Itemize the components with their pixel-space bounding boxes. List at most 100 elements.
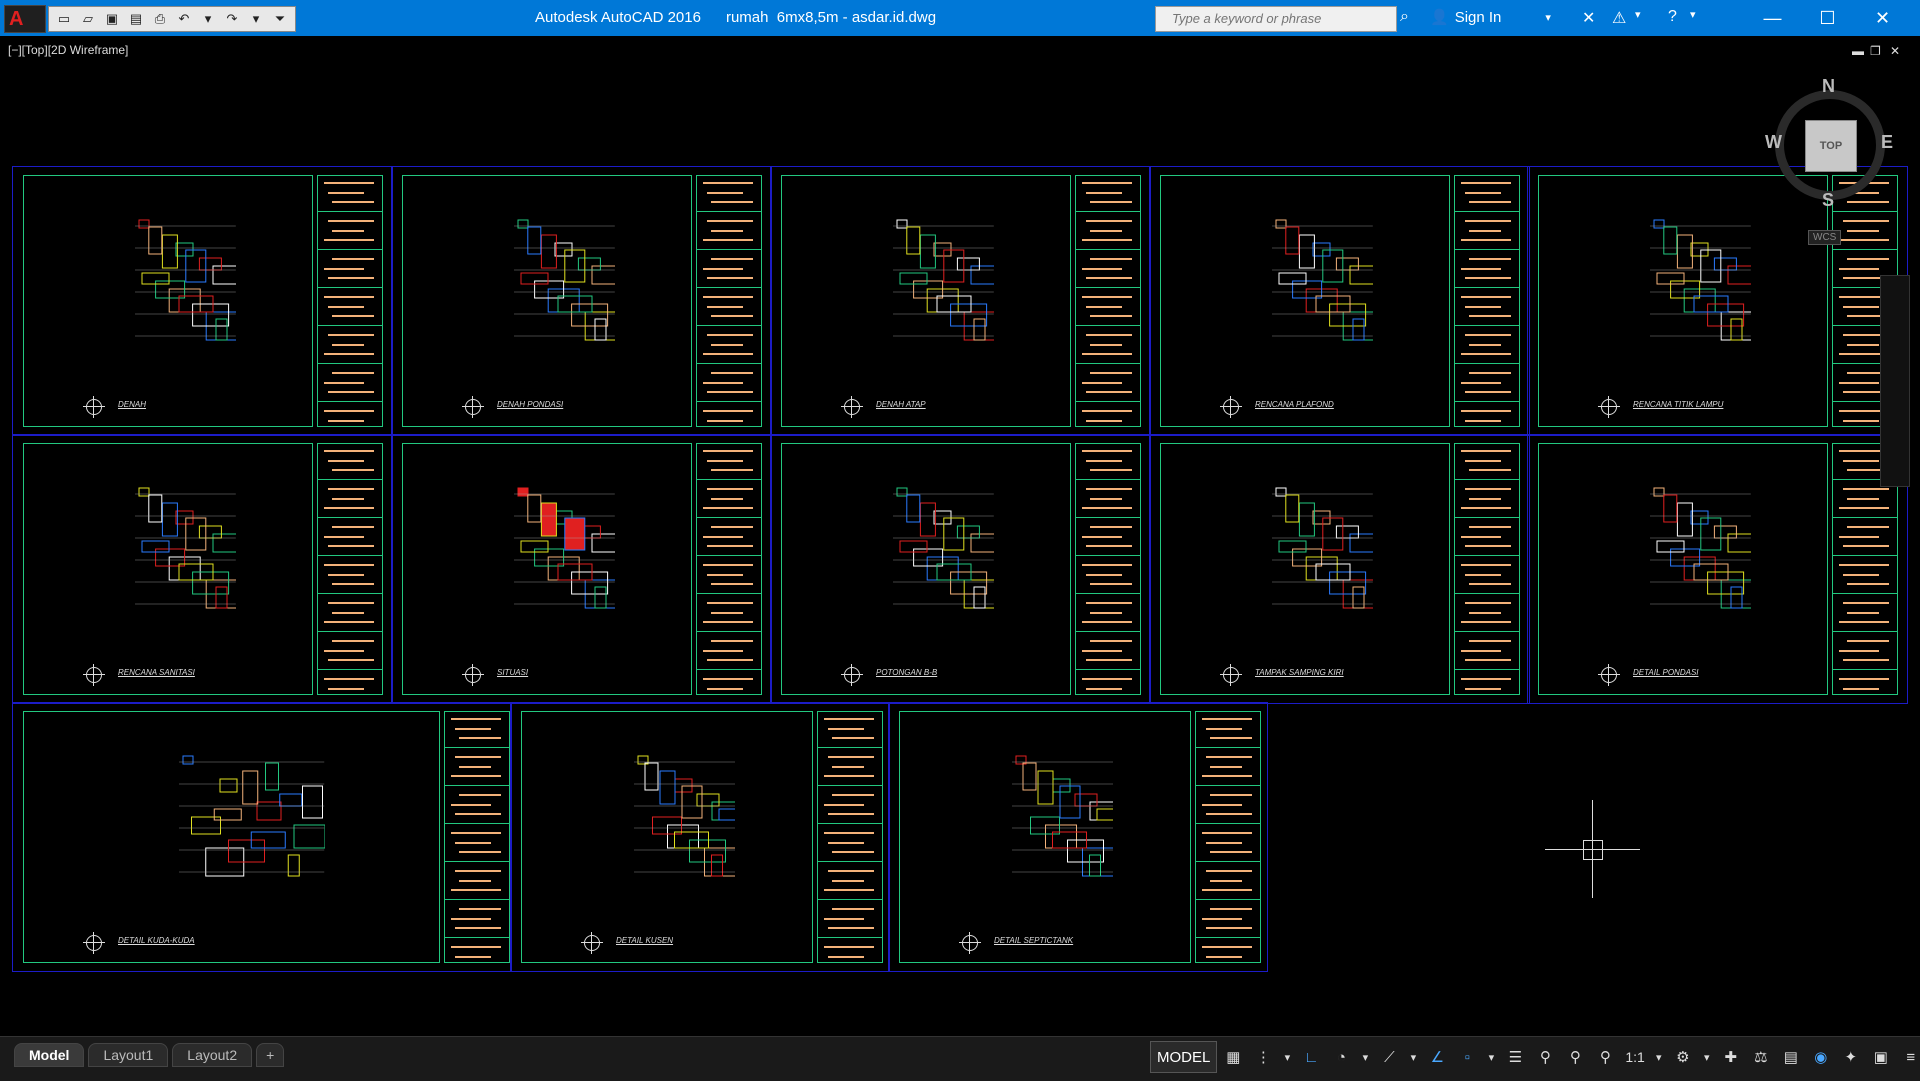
redo-dropdown-icon[interactable]: ▾ bbox=[245, 9, 267, 29]
polar-tracking-icon[interactable]: ◔ bbox=[1327, 1042, 1355, 1072]
isolate-objects-icon[interactable]: ✦ bbox=[1837, 1042, 1865, 1072]
title-block-divider bbox=[1076, 324, 1140, 326]
new-file-icon[interactable]: ▭ bbox=[53, 9, 75, 29]
save-icon[interactable]: ▣ bbox=[101, 9, 123, 29]
title-block-text-line bbox=[324, 267, 364, 270]
annotation-scale-icon[interactable]: ⚲ bbox=[1591, 1042, 1619, 1072]
drawing-content[interactable] bbox=[633, 752, 746, 882]
viewcube-top-face[interactable]: TOP bbox=[1805, 120, 1857, 172]
drawing-sheet[interactable]: DETAIL SEPTICTANK bbox=[888, 702, 1268, 972]
scale-dropdown-icon[interactable]: ▾ bbox=[1651, 1042, 1667, 1072]
auto-scale-icon[interactable]: ⚲ bbox=[1561, 1042, 1589, 1072]
title-block-divider bbox=[697, 478, 761, 480]
viewport-close-icon[interactable]: ✕ bbox=[1890, 44, 1900, 58]
viewport-restore-icon[interactable]: ❐ bbox=[1870, 44, 1881, 58]
application-menu-button[interactable]: A bbox=[4, 5, 46, 33]
workspace-gear-icon[interactable]: ⚙ bbox=[1669, 1042, 1697, 1072]
title-block-divider bbox=[1833, 554, 1897, 556]
title-block-text-line bbox=[711, 258, 753, 260]
object-snap-dropdown-icon[interactable]: ▾ bbox=[1483, 1042, 1499, 1072]
a360-icon[interactable]: ⚠ bbox=[1612, 8, 1626, 28]
sign-in-button[interactable]: 👤 Sign In ▾ bbox=[1430, 8, 1551, 27]
lineweight-icon[interactable]: ☰ bbox=[1501, 1042, 1529, 1072]
maximize-button[interactable]: ☐ bbox=[1800, 0, 1855, 36]
clean-screen-icon[interactable]: ▣ bbox=[1867, 1042, 1895, 1072]
drawing-sheet[interactable]: DENAH bbox=[12, 166, 393, 436]
annotation-scale-value[interactable]: 1:1 bbox=[1621, 1042, 1648, 1072]
compass-south[interactable]: S bbox=[1822, 190, 1834, 211]
drawing-content[interactable] bbox=[1649, 216, 1760, 346]
drawing-sheet[interactable]: DETAIL KUDA-KUDA bbox=[12, 702, 512, 972]
viewcube[interactable]: TOP N S E W bbox=[1765, 76, 1895, 210]
drawing-graphic bbox=[513, 487, 624, 609]
wcs-menu[interactable]: WCS bbox=[1808, 230, 1842, 245]
open-file-icon[interactable]: ▱ bbox=[77, 9, 99, 29]
a360-dropdown-icon[interactable]: ▾ bbox=[1635, 8, 1641, 21]
drawing-content[interactable] bbox=[1271, 216, 1382, 346]
drawing-content[interactable] bbox=[892, 216, 1003, 346]
customize-toolbar-icon[interactable]: ⏷ bbox=[269, 9, 291, 29]
drawing-sheet[interactable]: SITUASI bbox=[391, 434, 772, 704]
isodraft-icon[interactable]: ⟋ bbox=[1375, 1042, 1403, 1072]
compass-north[interactable]: N bbox=[1822, 76, 1835, 97]
drawing-content[interactable] bbox=[1649, 484, 1760, 614]
search-input[interactable] bbox=[1156, 7, 1398, 29]
customization-menu-icon[interactable]: ≡ bbox=[1897, 1042, 1920, 1072]
plot-icon[interactable]: ⎙ bbox=[149, 9, 171, 29]
binoculars-icon[interactable]: ⌕ bbox=[1400, 8, 1409, 26]
viewport-minimize-icon[interactable]: ▬ bbox=[1852, 44, 1864, 58]
close-button[interactable]: ✕ bbox=[1855, 0, 1910, 36]
drawing-content[interactable] bbox=[134, 484, 245, 614]
title-block-text-line bbox=[1086, 334, 1132, 336]
polar-dropdown-icon[interactable]: ▾ bbox=[1357, 1042, 1373, 1072]
drawing-content[interactable] bbox=[1271, 484, 1382, 614]
annotation-visibility-icon[interactable]: ⚲ bbox=[1531, 1042, 1559, 1072]
units-icon[interactable]: ⚖ bbox=[1747, 1042, 1775, 1072]
drawing-content[interactable] bbox=[1011, 752, 1124, 882]
new-layout-button[interactable]: + bbox=[256, 1043, 285, 1067]
annotation-monitor-icon[interactable]: ✚ bbox=[1717, 1042, 1745, 1072]
object-snap-icon[interactable]: ▫ bbox=[1453, 1042, 1481, 1072]
tab-model[interactable]: Model bbox=[14, 1043, 85, 1067]
workspace-dropdown-icon[interactable]: ▾ bbox=[1699, 1042, 1715, 1072]
drawing-sheet[interactable]: POTONGAN B-B bbox=[770, 434, 1151, 704]
graphics-performance-icon[interactable]: ◉ bbox=[1807, 1042, 1835, 1072]
drawing-sheet[interactable]: RENCANA TITIK LAMPU bbox=[1527, 166, 1908, 436]
compass-east[interactable]: E bbox=[1881, 132, 1893, 153]
ortho-icon[interactable]: ∟ bbox=[1297, 1042, 1325, 1072]
navigation-bar[interactable] bbox=[1880, 275, 1910, 487]
save-as-icon[interactable]: ▤ bbox=[125, 9, 147, 29]
drawing-sheet[interactable]: RENCANA PLAFOND bbox=[1149, 166, 1530, 436]
help-icon[interactable]: ? bbox=[1668, 8, 1677, 26]
model-space-button[interactable]: MODEL bbox=[1150, 1041, 1218, 1073]
minimize-button[interactable]: — bbox=[1745, 0, 1800, 36]
drawing-content[interactable] bbox=[179, 752, 326, 882]
drawing-sheet[interactable]: TAMPAK SAMPING KIRI bbox=[1149, 434, 1530, 704]
drawing-content[interactable] bbox=[892, 484, 1003, 614]
drawing-sheet[interactable]: DETAIL PONDASI bbox=[1527, 434, 1908, 704]
drawing-sheet[interactable]: DETAIL KUSEN bbox=[510, 702, 890, 972]
tab-layout2[interactable]: Layout2 bbox=[172, 1043, 253, 1067]
drawing-content[interactable] bbox=[513, 216, 624, 346]
drawing-canvas[interactable]: DENAH DENAH PONDASI DENAH ATAP RENCANA PLAF… bbox=[0, 36, 1920, 1036]
exchange-apps-icon[interactable]: ✕ bbox=[1582, 8, 1595, 28]
title-block-text-line bbox=[707, 687, 743, 690]
isodraft-dropdown-icon[interactable]: ▾ bbox=[1405, 1042, 1421, 1072]
drawing-sheet[interactable]: DENAH PONDASI bbox=[391, 166, 772, 436]
object-snap-tracking-icon[interactable]: ∠ bbox=[1423, 1042, 1451, 1072]
snap-dropdown-icon[interactable]: ▾ bbox=[1279, 1042, 1295, 1072]
viewport-controls-label[interactable]: [−][Top][2D Wireframe] bbox=[8, 43, 128, 57]
snap-icon[interactable]: ⋮ bbox=[1249, 1042, 1277, 1072]
tab-layout1[interactable]: Layout1 bbox=[88, 1043, 169, 1067]
quick-properties-icon[interactable]: ▤ bbox=[1777, 1042, 1805, 1072]
compass-west[interactable]: W bbox=[1765, 132, 1782, 153]
drawing-content[interactable] bbox=[513, 484, 624, 614]
drawing-sheet[interactable]: DENAH ATAP bbox=[770, 166, 1151, 436]
redo-icon[interactable]: ↷ bbox=[221, 9, 243, 29]
grid-icon[interactable]: ▦ bbox=[1219, 1042, 1247, 1072]
undo-dropdown-icon[interactable]: ▾ bbox=[197, 9, 219, 29]
help-dropdown-icon[interactable]: ▾ bbox=[1690, 8, 1696, 21]
drawing-sheet[interactable]: RENCANA SANITASI bbox=[12, 434, 393, 704]
drawing-content[interactable] bbox=[134, 216, 245, 346]
undo-icon[interactable]: ↶ bbox=[173, 9, 195, 29]
